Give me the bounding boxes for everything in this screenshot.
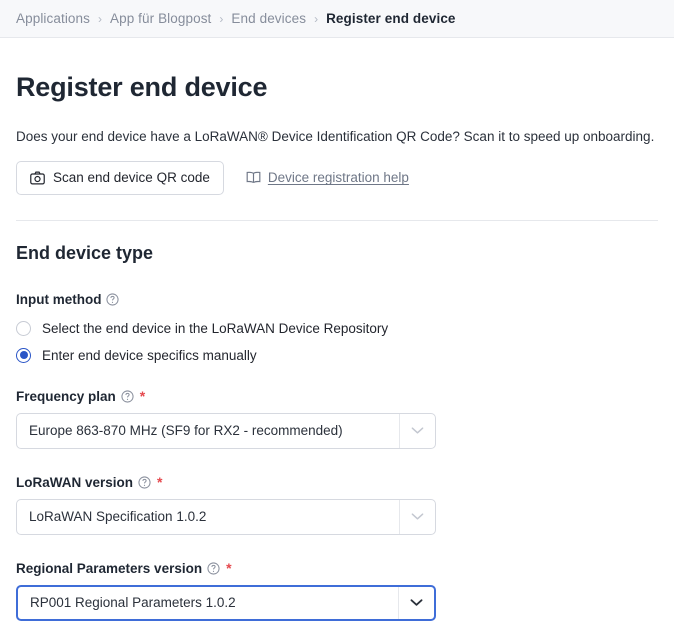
radio-option-label: Select the end device in the LoRaWAN Dev…: [42, 320, 389, 336]
chevron-down-icon[interactable]: [398, 586, 434, 619]
regional-parameters-version-selected-value: RP001 Regional Parameters 1.0.2: [30, 595, 236, 611]
input-method-label: Input method: [16, 291, 102, 307]
actions-row: Scan end device QR code Device registrat…: [16, 160, 658, 195]
breadcrumb-separator-icon: ›: [219, 11, 224, 26]
question-circle-icon[interactable]: [121, 390, 134, 403]
regional-parameters-version-label: Regional Parameters version: [16, 560, 203, 576]
lorawan-version-label-row: LoRaWAN version *: [16, 475, 658, 490]
frequency-plan-label: Frequency plan: [16, 388, 116, 404]
regional-parameters-version-label-row: Regional Parameters version *: [16, 561, 658, 576]
radio-option-label: Enter end device specifics manually: [42, 347, 257, 363]
frequency-plan-label-row: Frequency plan *: [16, 389, 658, 404]
radio-option-device-repository[interactable]: Select the end device in the LoRaWAN Dev…: [16, 320, 658, 336]
required-marker: *: [157, 474, 163, 491]
scan-qr-code-button[interactable]: Scan end device QR code: [16, 160, 224, 195]
page-title: Register end device: [16, 72, 268, 102]
book-icon: [246, 171, 261, 184]
question-circle-icon[interactable]: [207, 562, 220, 575]
breadcrumb-item-applications[interactable]: Applications: [16, 11, 90, 26]
regional-parameters-version-select[interactable]: RP001 Regional Parameters 1.0.2: [16, 584, 436, 621]
lorawan-version-label: LoRaWAN version: [16, 474, 134, 490]
radio-indicator-selected[interactable]: [16, 347, 31, 363]
page-content: Register end device Does your end device…: [0, 72, 674, 621]
frequency-plan-selected-value: Europe 863-870 MHz (SF9 for RX2 - recomm…: [29, 423, 343, 439]
device-registration-help-label: Device registration help: [267, 170, 409, 186]
camera-icon: [30, 171, 45, 185]
question-circle-icon[interactable]: [138, 476, 151, 489]
breadcrumb-bar: Applications › App für Blogpost › End de…: [0, 0, 674, 38]
question-circle-icon[interactable]: [106, 293, 120, 306]
radio-indicator[interactable]: [16, 320, 31, 336]
lorawan-version-select[interactable]: LoRaWAN Specification 1.0.2: [16, 498, 436, 535]
required-marker: *: [226, 560, 232, 577]
radio-option-manual[interactable]: Enter end device specifics manually: [16, 347, 658, 363]
device-registration-help-link[interactable]: Device registration help: [246, 170, 409, 185]
input-method-label-row: Input method: [16, 292, 658, 307]
chevron-down-icon[interactable]: [399, 413, 435, 448]
input-method-radio-group: Select the end device in the LoRaWAN Dev…: [16, 320, 658, 363]
breadcrumb-separator-icon: ›: [314, 11, 319, 26]
breadcrumb: Applications › App für Blogpost › End de…: [16, 11, 456, 26]
field-lorawan-version: LoRaWAN version * LoRaWAN Specification …: [16, 475, 658, 535]
field-regional-parameters-version: Regional Parameters version * RP001 Regi…: [16, 561, 658, 621]
scan-qr-code-button-label: Scan end device QR code: [53, 170, 210, 186]
chevron-down-icon[interactable]: [399, 499, 435, 534]
page-description: Does your end device have a LoRaWAN® Dev…: [16, 129, 655, 144]
breadcrumb-item-end-devices[interactable]: End devices: [231, 11, 306, 26]
lorawan-version-selected-value: LoRaWAN Specification 1.0.2: [29, 509, 207, 525]
field-frequency-plan: Frequency plan * Europe 863-870 MHz (SF9…: [16, 389, 658, 449]
breadcrumb-item-register-end-device: Register end device: [326, 11, 456, 26]
breadcrumb-separator-icon: ›: [98, 11, 102, 26]
field-input-method: Input method Select the end device in th…: [16, 292, 658, 363]
section-divider: [16, 219, 658, 221]
section-title-end-device-type: End device type: [16, 242, 154, 263]
required-marker: *: [139, 388, 146, 405]
frequency-plan-select[interactable]: Europe 863-870 MHz (SF9 for RX2 - recomm…: [16, 412, 436, 449]
breadcrumb-item-application[interactable]: App für Blogpost: [110, 11, 211, 26]
